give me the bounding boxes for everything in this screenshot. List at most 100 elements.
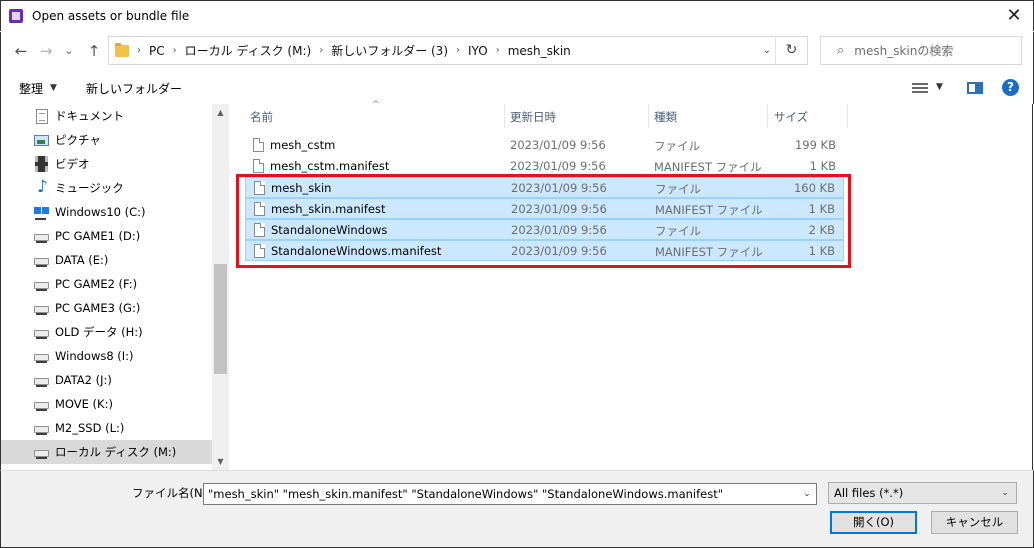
up-arrow-icon[interactable]: ↑ xyxy=(84,41,104,61)
refresh-icon[interactable]: ↻ xyxy=(775,37,807,64)
command-bar: 整理 ▼ 新しいフォルダー ▼ ? xyxy=(0,72,1034,104)
breadcrumb-local-disk[interactable]: ローカル ディスク (M:) xyxy=(185,42,312,59)
chevron-right-icon: › xyxy=(495,45,500,56)
filename-label: ファイル名(N): xyxy=(132,486,211,500)
chevron-right-icon: › xyxy=(456,45,461,56)
breadcrumb-new-folder[interactable]: 新しいフォルダー (3) xyxy=(331,42,448,59)
sidebar-item-label: Windows10 (C:) xyxy=(55,205,146,219)
sidebar-item-drive-m[interactable]: ローカル ディスク (M:) xyxy=(1,440,212,464)
sidebar-item-label: DATA (E:) xyxy=(55,253,109,267)
sidebar-item-label: M2_SSD (L:) xyxy=(55,421,125,435)
chevron-down-icon[interactable]: ⌄ xyxy=(763,45,771,56)
sidebar-item-drive-g[interactable]: PC GAME3 (G:) xyxy=(1,296,212,320)
address-row: ← → ⌄ ↑ › PC › ローカル ディスク (M:) › 新しいフォルダー… xyxy=(0,32,1034,72)
sidebar-scrollbar[interactable]: ▲ ▼ xyxy=(212,104,229,470)
breadcrumb-iyo[interactable]: IYO xyxy=(468,44,488,58)
chevron-down-icon: ⌄ xyxy=(1001,488,1009,498)
pictures-icon xyxy=(34,135,49,146)
breadcrumb-mesh-skin[interactable]: mesh_skin xyxy=(508,44,571,58)
sidebar-item-pictures[interactable]: ピクチャ xyxy=(1,128,212,152)
drive-icon xyxy=(34,282,49,291)
sidebar-item-drive-e[interactable]: DATA (E:) xyxy=(1,248,212,272)
file-row[interactable]: mesh_cstm 2023/01/09 9:56 ファイル 199 KB xyxy=(245,135,844,156)
sidebar-item-label: ミュージック xyxy=(55,181,124,195)
sidebar-item-label: OLD データ (H:) xyxy=(55,325,143,339)
column-header-type[interactable]: 種類 xyxy=(654,104,677,130)
sidebar-item-drive-h[interactable]: OLD データ (H:) xyxy=(1,320,212,344)
filename-input[interactable]: "mesh_skin" "mesh_skin.manifest" "Standa… xyxy=(203,483,817,505)
caret-down-icon[interactable]: ▼ xyxy=(936,82,943,92)
sidebar-item-label: ビデオ xyxy=(55,157,90,171)
scroll-up-icon[interactable]: ▲ xyxy=(212,104,229,121)
sidebar-item-drive-k[interactable]: MOVE (K:) xyxy=(1,392,212,416)
cancel-button[interactable]: キャンセル xyxy=(931,511,1018,534)
column-divider[interactable] xyxy=(767,104,768,128)
sidebar-item-label: MOVE (K:) xyxy=(55,397,113,411)
chevron-right-icon: › xyxy=(137,45,141,56)
chevron-right-icon: › xyxy=(172,45,177,56)
sidebar-item-label: PC GAME2 (F:) xyxy=(55,277,138,291)
drive-icon xyxy=(34,378,49,387)
videos-icon xyxy=(35,156,48,172)
file-size: 199 KB xyxy=(794,138,836,152)
drive-icon xyxy=(34,234,49,243)
back-arrow-icon[interactable]: ← xyxy=(11,41,31,61)
title-bar: Open assets or bundle file ✕ xyxy=(0,0,1034,31)
close-icon[interactable]: ✕ xyxy=(1005,7,1023,25)
column-divider[interactable] xyxy=(504,104,505,128)
sidebar-item-label: ローカル ディスク (M:) xyxy=(55,445,177,459)
drive-icon xyxy=(34,354,49,363)
sidebar-item-drive-l[interactable]: M2_SSD (L:) xyxy=(1,416,212,440)
column-divider[interactable] xyxy=(847,104,848,128)
window-title: Open assets or bundle file xyxy=(32,9,190,23)
windows-drive-icon xyxy=(34,207,49,220)
file-name: mesh_cstm.manifest xyxy=(270,159,390,173)
drive-icon xyxy=(34,258,49,267)
drive-icon xyxy=(34,402,49,411)
scroll-down-icon[interactable]: ▼ xyxy=(212,453,229,470)
sidebar-item-drive-d[interactable]: PC GAME1 (D:) xyxy=(1,224,212,248)
file-date: 2023/01/09 9:56 xyxy=(510,159,606,173)
filename-value: "mesh_skin" "mesh_skin.manifest" "Standa… xyxy=(208,487,724,501)
column-header-name[interactable]: 名前 xyxy=(250,104,273,130)
new-folder-button[interactable]: 新しいフォルダー xyxy=(86,80,182,97)
file-type-select[interactable]: All files (*.*) ⌄ xyxy=(828,482,1017,504)
folder-icon xyxy=(115,42,129,57)
navigation-pane: ドキュメント ピクチャ ビデオ ♪ ミュージック Windows10 (C:) … xyxy=(0,104,229,470)
sidebar-item-label: ピクチャ xyxy=(55,133,101,147)
preview-pane-icon[interactable] xyxy=(967,82,983,94)
column-header-date[interactable]: 更新日時 xyxy=(510,104,556,130)
annotation-highlight-box xyxy=(236,174,851,268)
column-header-size[interactable]: サイズ xyxy=(774,104,808,130)
file-size: 1 KB xyxy=(809,159,836,173)
help-icon[interactable]: ? xyxy=(1002,79,1019,96)
organize-label: 整理 xyxy=(19,81,44,96)
open-button[interactable]: 開く(O) xyxy=(830,511,917,534)
address-bar[interactable]: › PC › ローカル ディスク (M:) › 新しいフォルダー (3) › I… xyxy=(108,36,808,65)
view-options-icon[interactable] xyxy=(912,81,928,95)
sidebar-item-drive-j[interactable]: DATA2 (J:) xyxy=(1,368,212,392)
caret-down-icon: ▼ xyxy=(50,83,57,93)
sidebar-item-drive-i[interactable]: Windows8 (I:) xyxy=(1,344,212,368)
chevron-right-icon: › xyxy=(319,45,324,56)
sidebar-item-documents[interactable]: ドキュメント xyxy=(1,104,212,128)
breadcrumb-pc[interactable]: PC xyxy=(149,44,165,58)
sidebar-item-label: DATA2 (J:) xyxy=(55,373,112,387)
column-divider[interactable] xyxy=(648,104,649,128)
search-icon: ⌕ xyxy=(837,43,845,58)
sidebar-item-videos[interactable]: ビデオ xyxy=(1,152,212,176)
sort-ascending-icon: ^ xyxy=(372,100,380,110)
sidebar-item-music[interactable]: ♪ ミュージック xyxy=(1,176,212,200)
documents-icon xyxy=(36,109,48,124)
search-input[interactable]: ⌕ mesh_skinの検索 xyxy=(820,36,1022,65)
file-type: ファイル xyxy=(654,139,700,153)
scrollbar-thumb[interactable] xyxy=(214,264,227,374)
music-icon: ♪ xyxy=(37,177,48,197)
recent-locations-icon[interactable]: ⌄ xyxy=(59,41,79,61)
forward-arrow-icon[interactable]: → xyxy=(36,41,56,61)
sidebar-item-drive-c[interactable]: Windows10 (C:) xyxy=(1,200,212,224)
sidebar-item-drive-f[interactable]: PC GAME2 (F:) xyxy=(1,272,212,296)
file-icon xyxy=(253,138,264,152)
chevron-down-icon[interactable]: ⌄ xyxy=(798,484,816,504)
organize-button[interactable]: 整理 ▼ xyxy=(19,80,57,97)
